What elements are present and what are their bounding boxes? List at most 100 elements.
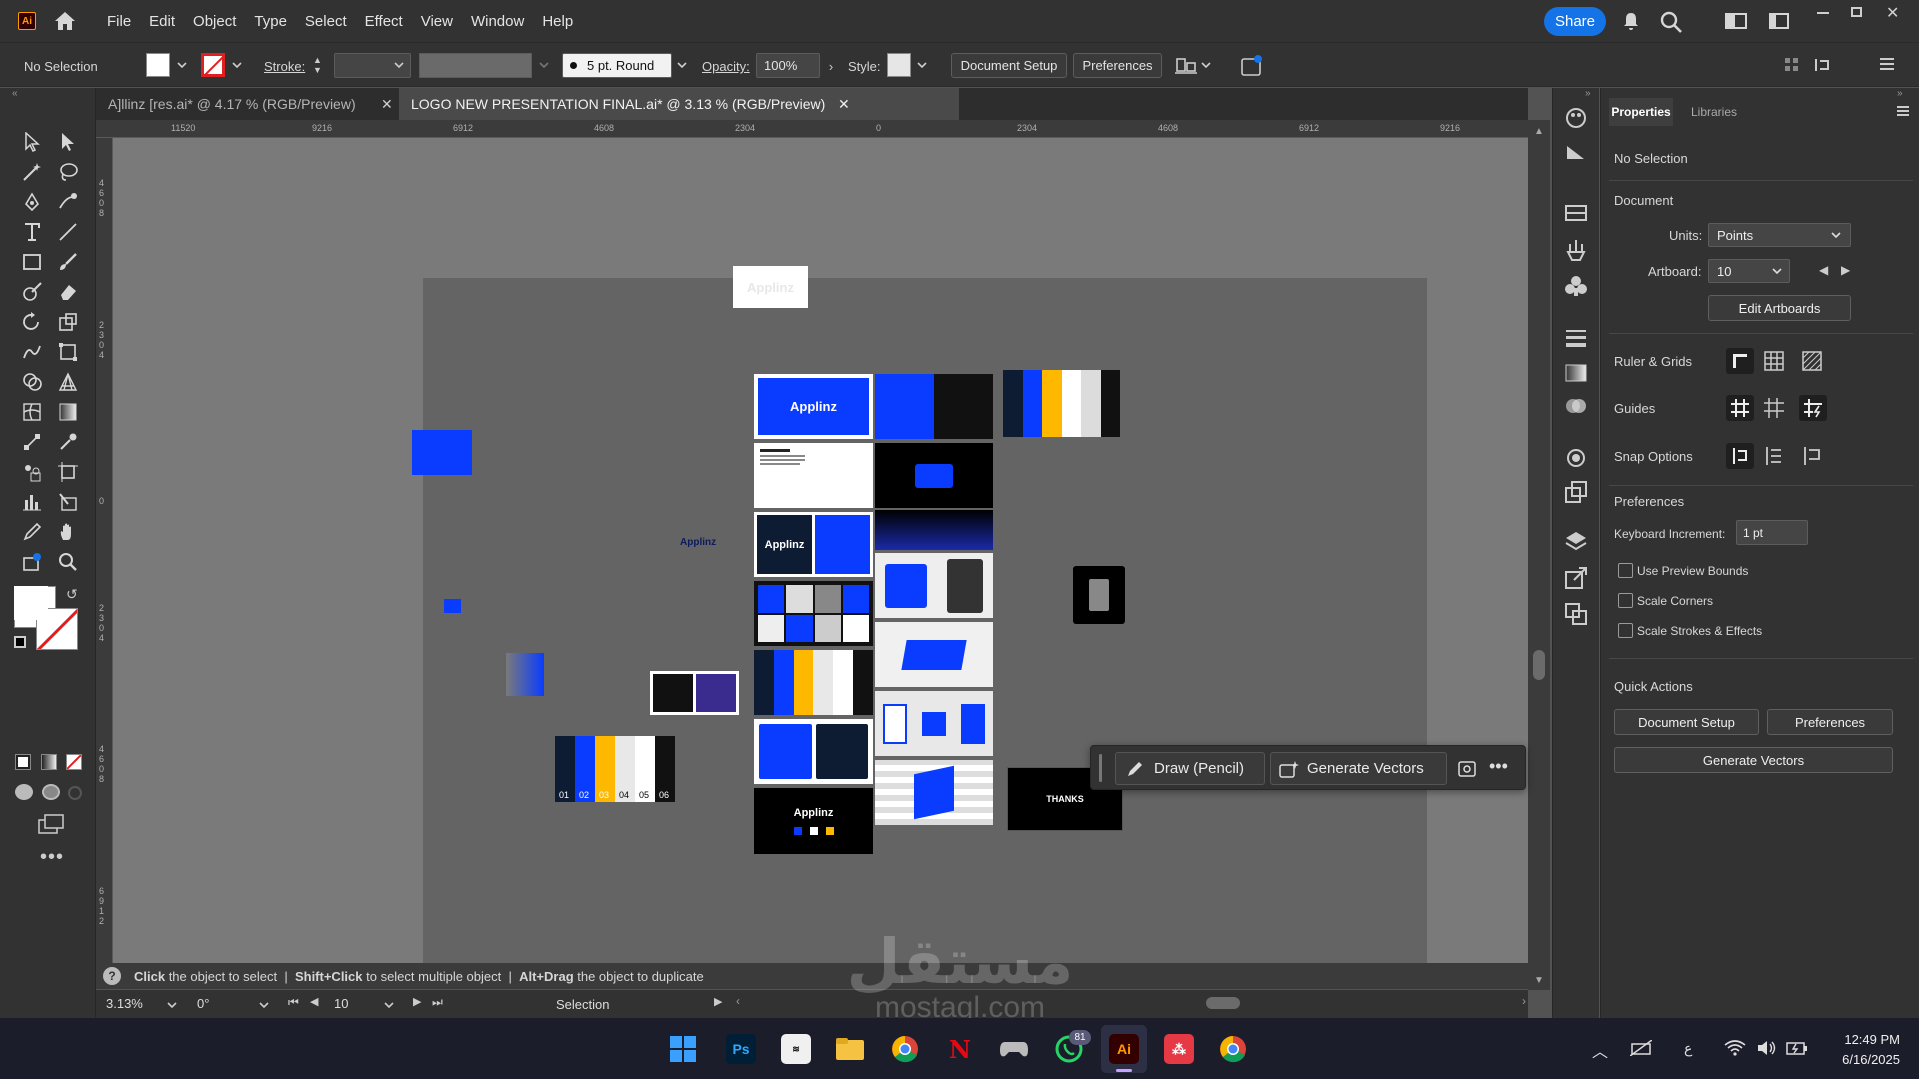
lasso-tool-icon[interactable] <box>54 158 82 186</box>
hamburger-menu-icon[interactable] <box>1897 106 1909 116</box>
horizontal-scrollbar[interactable]: ‹ › <box>736 994 1526 1012</box>
preferences-button[interactable]: Preferences <box>1073 53 1162 78</box>
fill-swatch[interactable] <box>146 53 170 77</box>
artboard-navigator-icon[interactable] <box>18 548 46 576</box>
scroll-up-icon[interactable]: ▲ <box>1534 126 1544 137</box>
next-artboard-icon[interactable]: ▶ <box>413 995 421 1008</box>
layers-panel-icon[interactable] <box>1564 530 1588 552</box>
free-transform-tool-icon[interactable] <box>54 338 82 366</box>
hand-tool-icon[interactable] <box>54 518 82 546</box>
slide-logo-black[interactable]: Applinz <box>754 788 873 854</box>
shaper-tool-icon[interactable] <box>18 278 46 306</box>
units-select[interactable]: Points <box>1708 223 1851 247</box>
pen-tool-icon[interactable] <box>18 188 46 216</box>
brushes-panel-icon[interactable] <box>1564 238 1588 262</box>
wifi-icon[interactable] <box>1724 1040 1746 1056</box>
eyedropper-tool-icon[interactable] <box>54 428 82 456</box>
menu-select[interactable]: Select <box>296 13 356 30</box>
transparency-grid-icon[interactable] <box>1801 350 1823 372</box>
align-icon[interactable] <box>1175 55 1197 77</box>
draw-pencil-button[interactable]: Draw (Pencil) <box>1115 752 1265 785</box>
symbol-sprayer-tool-icon[interactable] <box>18 458 46 486</box>
snap-to-pixel-icon[interactable] <box>1801 445 1823 467</box>
chevron-down-icon[interactable] <box>383 999 395 1011</box>
status-menu-icon[interactable]: ▶ <box>714 995 722 1008</box>
more-tools-icon[interactable]: ••• <box>40 846 64 869</box>
blue-gradient-rect[interactable] <box>506 653 544 696</box>
show-guides-icon[interactable] <box>1726 395 1754 421</box>
windows-start-icon[interactable] <box>668 1034 698 1064</box>
slide-signage-mockup[interactable] <box>875 760 993 825</box>
stroke-swatch[interactable] <box>201 53 225 77</box>
slide-print-mockup[interactable] <box>875 691 993 756</box>
quick-document-setup-button[interactable]: Document Setup <box>1614 709 1759 735</box>
hamburger-menu-icon[interactable] <box>1880 58 1894 70</box>
more-options-icon[interactable]: ••• <box>1489 756 1508 777</box>
direct-selection-tool-icon[interactable] <box>54 128 82 156</box>
slide-typography[interactable] <box>754 719 873 784</box>
color-guide-icon[interactable] <box>1564 140 1588 162</box>
search-icon[interactable] <box>1660 11 1682 33</box>
tab-logo-presentation[interactable]: LOGO NEW PRESENTATION FINAL.ai* @ 3.13 %… <box>399 88 959 120</box>
menu-file[interactable]: File <box>98 13 140 30</box>
appearance-panel-icon[interactable] <box>1564 446 1588 470</box>
next-artboard-icon[interactable]: ▶ <box>1841 263 1850 277</box>
stroke-panel-icon[interactable] <box>1564 328 1588 348</box>
warp-tool-icon[interactable] <box>18 338 46 366</box>
use-preview-bounds-label[interactable]: Use Preview Bounds <box>1637 564 1748 578</box>
gradient-tool-icon[interactable] <box>54 398 82 426</box>
tab-properties[interactable]: Properties <box>1609 98 1673 126</box>
grid-toggle-icon[interactable] <box>1763 350 1785 372</box>
previous-artboard-icon[interactable]: ◀ <box>1819 263 1828 277</box>
recolor-artwork-icon[interactable] <box>1240 53 1264 77</box>
eraser-tool-icon[interactable] <box>54 278 82 306</box>
menu-effect[interactable]: Effect <box>356 13 412 30</box>
zoom-field[interactable]: 3.13% <box>106 996 143 1011</box>
scroll-down-icon[interactable]: ▼ <box>1534 975 1544 986</box>
slide-mockups[interactable] <box>754 581 873 646</box>
gradient-panel-icon[interactable] <box>1564 363 1588 383</box>
keyboard-increment-input[interactable]: 1 pt <box>1736 520 1808 545</box>
menu-window[interactable]: Window <box>462 13 533 30</box>
slide-logo-blue[interactable]: Applinz <box>754 374 873 439</box>
clock-date[interactable]: 6/16/2025 <box>1820 1052 1900 1067</box>
dark-purple-card[interactable] <box>650 671 739 715</box>
blue-square-small[interactable] <box>444 599 461 613</box>
netflix-icon[interactable]: N <box>945 1034 975 1064</box>
scale-tool-icon[interactable] <box>54 308 82 336</box>
document-setup-button[interactable]: Document Setup <box>951 53 1067 78</box>
fill-color-swatch-front[interactable] <box>14 586 48 620</box>
paintbrush-tool-icon[interactable] <box>54 248 82 276</box>
smart-guides-icon[interactable] <box>1799 395 1827 421</box>
opacity-label[interactable]: Opacity: <box>702 59 750 74</box>
snap-to-grid-icon[interactable] <box>1763 445 1785 467</box>
perspective-grid-tool-icon[interactable] <box>54 368 82 396</box>
mesh-tool-icon[interactable] <box>18 398 46 426</box>
app-icon-red[interactable]: ⁂ <box>1164 1034 1194 1064</box>
input-language[interactable]: ع <box>1684 1040 1692 1057</box>
menu-edit[interactable]: Edit <box>140 13 184 30</box>
rulers-toggle-icon[interactable] <box>1726 348 1754 374</box>
palette-stripes[interactable] <box>1003 370 1120 437</box>
draw-behind-icon[interactable] <box>42 784 60 800</box>
variable-width-profile[interactable] <box>419 53 532 78</box>
lock-guides-icon[interactable] <box>1763 397 1785 419</box>
export-panel-icon[interactable] <box>1564 566 1588 590</box>
swatches-panel-icon[interactable] <box>1564 204 1588 222</box>
edit-artboards-button[interactable]: Edit Artboards <box>1708 295 1851 321</box>
slide-color-stripes[interactable] <box>754 650 873 715</box>
menu-view[interactable]: View <box>412 13 462 30</box>
magic-wand-tool-icon[interactable] <box>18 158 46 186</box>
scale-strokes-checkbox[interactable] <box>1618 623 1633 638</box>
pencil-tool-icon[interactable] <box>18 518 46 546</box>
close-tab-icon[interactable]: ✕ <box>381 96 393 113</box>
file-explorer-icon[interactable] <box>835 1034 865 1064</box>
color-stripes-card[interactable]: 01 02 03 04 05 06 <box>555 736 675 802</box>
scroll-thumb[interactable] <box>1533 650 1545 680</box>
generate-vectors-button[interactable]: Generate Vectors <box>1270 752 1447 785</box>
rotation-field[interactable]: 0° <box>197 996 209 1011</box>
drag-handle[interactable] <box>1099 754 1102 782</box>
scale-strokes-label[interactable]: Scale Strokes & Effects <box>1637 624 1762 638</box>
blend-tool-icon[interactable] <box>18 428 46 456</box>
chrome-icon[interactable] <box>890 1034 920 1064</box>
